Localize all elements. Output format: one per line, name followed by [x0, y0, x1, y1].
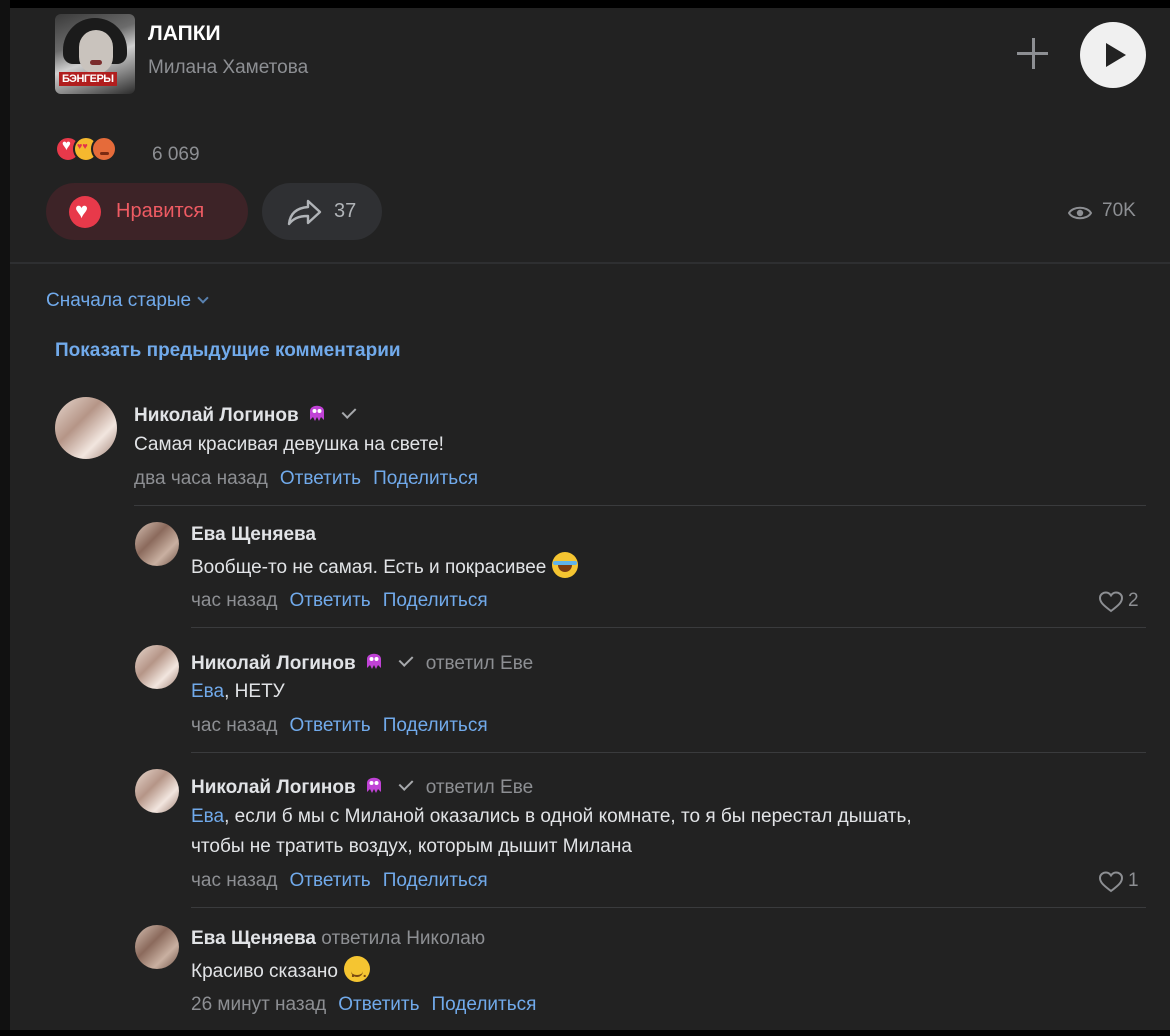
left-edge [0, 0, 10, 1036]
heart-outline-icon [1098, 871, 1124, 893]
comment-time: час назад [191, 715, 278, 736]
comment-text: Красиво сказано [191, 961, 338, 982]
purple-monster-icon [366, 653, 381, 669]
comment-time: час назад [191, 590, 278, 611]
comment-divider [191, 907, 1146, 908]
check-icon [341, 404, 357, 419]
sort-label: Сначала старые [46, 290, 192, 311]
share-button[interactable]: 37 [262, 183, 382, 240]
comment-divider [191, 627, 1146, 628]
angry-reaction-icon [91, 136, 117, 162]
comment-author[interactable]: Ева Щеняева [191, 524, 316, 546]
comment-author[interactable]: Николай Логинов [191, 653, 356, 674]
reply-button[interactable]: Ответить [289, 715, 370, 736]
comment-divider [191, 752, 1146, 753]
avatar[interactable] [55, 397, 117, 459]
avatar[interactable] [135, 925, 179, 969]
reply-to-label[interactable]: ответил Еве [426, 653, 533, 674]
comment-author-row: Николай Логинов [134, 401, 369, 427]
heart-icon [69, 196, 101, 228]
comment-like-button[interactable]: 1 [1098, 870, 1146, 894]
comment-author[interactable]: Николай Логинов [134, 405, 299, 426]
comment-divider [134, 505, 1146, 506]
share-comment-button[interactable]: Поделиться [383, 590, 488, 611]
like-label: Нравится [116, 200, 205, 222]
mention-link[interactable]: Ева [191, 806, 224, 827]
mention-link[interactable]: Ева [191, 681, 224, 702]
comment-like-count: 2 [1128, 590, 1139, 611]
check-icon [398, 652, 414, 667]
share-comment-button[interactable]: Поделиться [432, 994, 537, 1015]
show-previous-comments-link[interactable]: Показать предыдущие комментарии [55, 340, 401, 362]
views-count: 70K [1102, 200, 1136, 221]
comment-time: два часа назад [134, 468, 268, 489]
reply-button[interactable]: Ответить [338, 994, 419, 1015]
chevron-down-icon [197, 292, 209, 304]
comment-author[interactable]: Ева Щеняева [191, 928, 316, 949]
cover-tag: БЭНГЕРЫ [59, 72, 117, 86]
reply-to-label[interactable]: ответил Еве [426, 777, 533, 798]
heart-outline-icon [1098, 591, 1124, 613]
comment-time: час назад [191, 870, 278, 891]
cover-face [79, 30, 113, 74]
comment-text: Вообще-то не самая. Есть и покрасивее [191, 557, 547, 578]
like-button[interactable]: Нравится [46, 183, 248, 240]
plus-icon[interactable] [1015, 36, 1051, 72]
comment-text-row: Красиво сказано [191, 956, 370, 987]
comment-meta: два часа назад Ответить Поделиться [134, 468, 478, 490]
divider [10, 262, 1170, 264]
avatar[interactable] [135, 645, 179, 689]
comment-like-count: 1 [1128, 870, 1139, 891]
share-arrow-icon [287, 199, 322, 226]
reply-button[interactable]: Ответить [289, 870, 370, 891]
comment-text: Самая красивая девушка на свете! [134, 434, 444, 455]
cover-lips [90, 60, 102, 65]
comment-text-line: Ева, если б мы с Миланой оказались в одн… [191, 802, 912, 832]
track-title[interactable]: ЛАПКИ [148, 22, 221, 46]
play-icon[interactable] [1080, 22, 1146, 88]
sort-dropdown[interactable]: Сначала старые [46, 290, 209, 312]
purple-monster-icon [309, 405, 324, 421]
avatar[interactable] [135, 522, 179, 566]
smile-emoji-icon [343, 956, 370, 987]
reply-to-label[interactable]: ответила Николаю [321, 928, 485, 949]
purple-monster-icon [366, 777, 381, 793]
share-comment-button[interactable]: Поделиться [383, 715, 488, 736]
check-icon [398, 776, 414, 791]
comment-author[interactable]: Николай Логинов [191, 777, 356, 798]
comment-text-row: Ева, НЕТУ [191, 677, 285, 707]
comment-text: , если б мы с Миланой оказались в одной … [224, 806, 912, 827]
comment-text: , НЕТУ [224, 681, 285, 702]
album-cover[interactable]: БЭНГЕРЫ [55, 14, 135, 94]
comment-meta: час назад Ответить Поделиться [191, 870, 488, 892]
post-panel: БЭНГЕРЫ ЛАПКИ Милана Хаметова 6 069 Нрав… [10, 8, 1170, 1030]
share-count: 37 [334, 200, 357, 222]
comment-text-line: чтобы не тратить воздух, которым дышит М… [191, 836, 632, 857]
comment-text-row: Вообще-то не самая. Есть и покрасивее [191, 552, 579, 583]
avatar[interactable] [135, 769, 179, 813]
share-comment-button[interactable]: Поделиться [383, 870, 488, 891]
eye-icon [1068, 206, 1092, 220]
reaction-count[interactable]: 6 069 [152, 144, 200, 166]
comment-author-row: Николай Логинов ответил Еве [191, 649, 533, 675]
comment-time: 26 минут назад [191, 994, 327, 1015]
comment-meta: 26 минут назад Ответить Поделиться [191, 994, 536, 1016]
comment-meta: час назад Ответить Поделиться [191, 715, 488, 737]
comment-meta: час назад Ответить Поделиться [191, 590, 488, 612]
laughing-tears-emoji-icon [552, 552, 579, 578]
comment-like-button[interactable]: 2 [1098, 590, 1146, 614]
comment-author-row: Ева Щеняева ответила Николаю [191, 928, 485, 950]
share-comment-button[interactable]: Поделиться [373, 468, 478, 489]
reply-button[interactable]: Ответить [280, 468, 361, 489]
bottom-edge [0, 1030, 1170, 1036]
track-artist[interactable]: Милана Хаметова [148, 57, 308, 79]
reply-button[interactable]: Ответить [289, 590, 370, 611]
comment-author-row: Николай Логинов ответил Еве [191, 773, 533, 799]
